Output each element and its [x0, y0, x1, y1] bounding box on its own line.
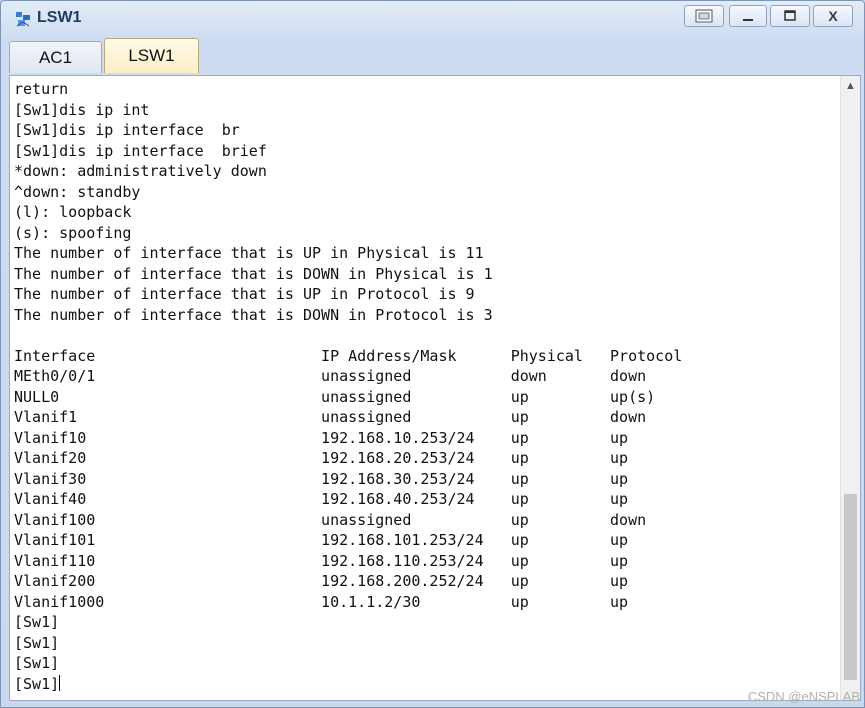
watermark: CSDN @eNSPLAB — [747, 689, 860, 704]
vertical-scrollbar[interactable]: ▲ — [840, 76, 860, 700]
terminal-line: Vlanif1 unassigned up down — [14, 408, 647, 426]
terminal-line: The number of interface that is UP in Ph… — [14, 244, 484, 262]
terminal-line: NULL0 unassigned up up(s) — [14, 387, 656, 406]
tab-lsw1[interactable]: LSW1 — [104, 38, 199, 73]
terminal-line: [Sw1] — [14, 654, 60, 672]
restore-icon — [695, 9, 713, 23]
terminal-line: Interface IP Address/Mask Physical Proto… — [14, 346, 683, 365]
terminal-line: Vlanif20 192.168.20.253/24 up up — [14, 449, 629, 467]
terminal-line: Vlanif200 192.168.200.252/24 up up — [14, 572, 629, 590]
scroll-up-arrow-icon[interactable]: ▲ — [841, 76, 860, 96]
terminal-line: [Sw1]dis ip interface br — [14, 121, 240, 139]
terminal-line: [Sw1]dis ip interface brief — [14, 141, 267, 160]
window-title: LSW1 — [37, 9, 82, 26]
terminal-line: *down: administratively down — [14, 162, 267, 180]
terminal-line: [Sw1] — [14, 613, 60, 631]
terminal-line: [Sw1]dis ip int — [14, 100, 150, 119]
maximize-icon — [784, 10, 796, 21]
terminal-console[interactable]: return [Sw1]dis ip int [Sw1]dis ip interfa… — [9, 75, 861, 701]
terminal-line: Vlanif1000 10.1.1.2/30 up up — [14, 592, 629, 611]
terminal-line: Vlanif40 192.168.40.253/24 up up — [14, 490, 629, 508]
terminal-line: (s): spoofing — [14, 223, 132, 242]
tab-ac1[interactable]: AC1 — [9, 41, 102, 73]
terminal-line: (l): loopback — [14, 203, 132, 221]
terminal-output: return [Sw1]dis ip int [Sw1]dis ip interfa… — [14, 79, 682, 694]
terminal-line: ^down: standby — [14, 182, 141, 201]
minimize-icon — [743, 19, 753, 21]
title-bar[interactable]: LSW1 X — [1, 1, 864, 35]
terminal-line: The number of interface that is DOWN in … — [14, 305, 493, 324]
maximize-button[interactable] — [770, 5, 810, 27]
terminal-line: The number of interface that is DOWN in … — [14, 264, 493, 283]
terminal-line: [Sw1] — [14, 674, 61, 693]
scrollbar-thumb[interactable] — [844, 494, 857, 680]
terminal-line: Vlanif100 unassigned up down — [14, 510, 647, 529]
restore-button[interactable] — [684, 5, 724, 27]
terminal-line: The number of interface that is UP in Pr… — [14, 285, 475, 303]
switch-icon — [16, 12, 30, 27]
close-button[interactable]: X — [813, 5, 853, 27]
lsw1-window: LSW1 X AC1 LSW1 return [Sw1]dis ip int [Sw… — [0, 0, 865, 708]
minimize-button[interactable] — [729, 5, 767, 27]
terminal-line: Vlanif101 192.168.101.253/24 up up — [14, 531, 629, 549]
terminal-line: Vlanif10 192.168.10.253/24 up up — [14, 428, 629, 447]
terminal-line: Vlanif110 192.168.110.253/24 up up — [14, 551, 629, 570]
terminal-line: return — [14, 80, 69, 98]
terminal-line: Vlanif30 192.168.30.253/24 up up — [14, 469, 629, 488]
text-cursor — [59, 674, 61, 691]
terminal-line: [Sw1] — [14, 633, 60, 652]
tab-bar: AC1 LSW1 — [9, 38, 864, 73]
terminal-line: MEth0/0/1 unassigned down down — [14, 367, 647, 385]
